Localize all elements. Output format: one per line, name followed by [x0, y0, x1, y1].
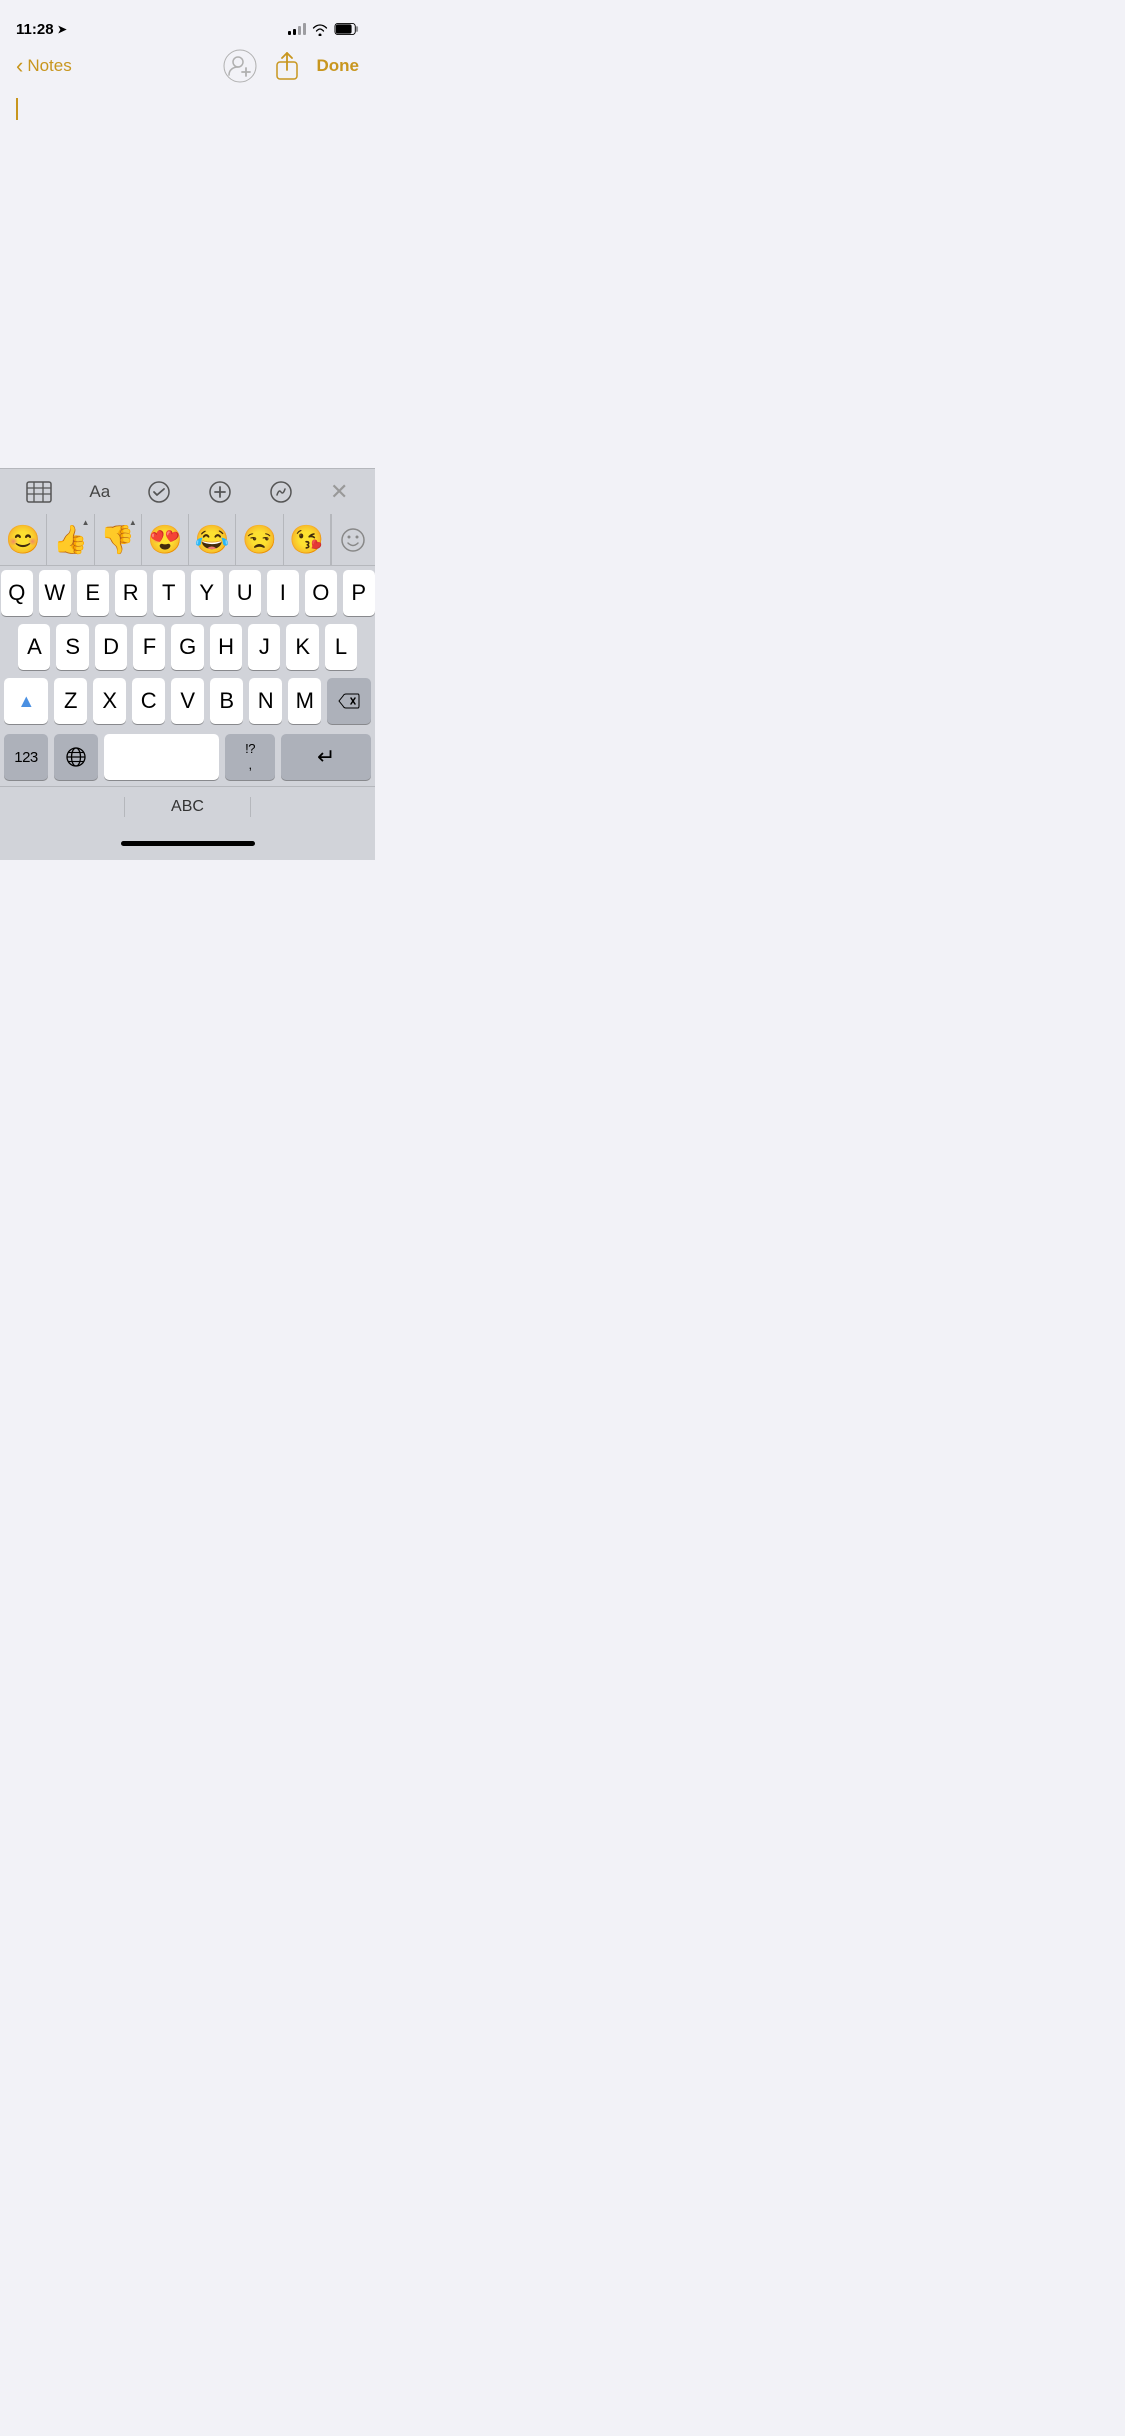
done-button[interactable]: Done: [317, 56, 360, 76]
add-content-button[interactable]: [198, 476, 242, 508]
nav-actions: Done: [223, 49, 360, 83]
note-content-area[interactable]: [0, 88, 375, 468]
key-t[interactable]: T: [153, 570, 185, 616]
status-time: 11:28 ➤: [16, 21, 67, 38]
home-bar[interactable]: [121, 841, 255, 846]
key-x[interactable]: X: [93, 678, 126, 724]
key-u[interactable]: U: [229, 570, 261, 616]
key-g[interactable]: G: [171, 624, 203, 670]
checklist-button[interactable]: [137, 476, 181, 508]
signal-bar-4: [303, 23, 306, 35]
key-i[interactable]: I: [267, 570, 299, 616]
signal-bars: [288, 23, 306, 35]
key-y[interactable]: Y: [191, 570, 223, 616]
shift-key[interactable]: ▲: [4, 678, 48, 724]
markup-button[interactable]: [259, 476, 303, 508]
key-q[interactable]: Q: [1, 570, 33, 616]
key-j[interactable]: J: [248, 624, 280, 670]
emoji-keyboard-button[interactable]: [331, 514, 375, 565]
keyboard: Q W E R T Y U I O P A S D F G H J K L ▲ …: [0, 566, 375, 786]
key-p[interactable]: P: [343, 570, 375, 616]
punct-top: !?: [245, 741, 255, 757]
battery-icon: [334, 23, 359, 35]
back-button[interactable]: ‹ Notes: [16, 56, 72, 77]
predictive-bar: ABC: [0, 786, 375, 826]
signal-bar-2: [293, 29, 296, 35]
key-r[interactable]: R: [115, 570, 147, 616]
back-label: Notes: [27, 56, 71, 76]
time-display: 11:28: [16, 21, 54, 38]
predictive-abc-label: ABC: [171, 798, 204, 815]
key-o[interactable]: O: [305, 570, 337, 616]
home-indicator-area: [0, 826, 375, 860]
nav-bar: ‹ Notes Done: [0, 44, 375, 88]
emoji-laughing[interactable]: 😂: [189, 514, 236, 565]
key-w[interactable]: W: [39, 570, 71, 616]
predictive-word-right[interactable]: [251, 799, 375, 815]
location-icon: ➤: [58, 23, 67, 36]
key-n[interactable]: N: [249, 678, 282, 724]
emoji-arrow-up: ▲: [82, 518, 90, 527]
signal-bar-1: [288, 31, 291, 35]
back-chevron-icon: ‹: [16, 55, 23, 77]
delete-key[interactable]: [327, 678, 371, 724]
keyboard-row-4: 123 !? , ↵: [0, 732, 375, 786]
keyboard-row-1: Q W E R T Y U I O P: [0, 570, 375, 616]
predictive-word-center[interactable]: ABC: [125, 790, 249, 824]
key-f[interactable]: F: [133, 624, 165, 670]
emoji-kissing[interactable]: 😘: [284, 514, 331, 565]
emoji-thumbsup[interactable]: 👍▲: [47, 514, 94, 565]
punct-key[interactable]: !? ,: [225, 734, 275, 780]
key-c[interactable]: C: [132, 678, 165, 724]
keyboard-toolbar: Aa ✕: [0, 468, 375, 514]
emoji-thumbsdown[interactable]: 👎▲: [95, 514, 142, 565]
key-v[interactable]: V: [171, 678, 204, 724]
emoji-unamused[interactable]: 😒: [236, 514, 283, 565]
share-button[interactable]: [275, 52, 299, 80]
key-h[interactable]: H: [210, 624, 242, 670]
key-m[interactable]: M: [288, 678, 321, 724]
emoji-heart-eyes[interactable]: 😍: [142, 514, 189, 565]
wifi-icon: [312, 23, 328, 35]
add-person-button[interactable]: [223, 49, 257, 83]
status-icons: [288, 23, 359, 35]
key-z[interactable]: Z: [54, 678, 87, 724]
dismiss-keyboard-button[interactable]: ✕: [320, 475, 358, 509]
key-a[interactable]: A: [18, 624, 50, 670]
predictive-word-left[interactable]: [0, 799, 124, 815]
space-key[interactable]: [104, 734, 219, 780]
signal-bar-3: [298, 26, 301, 35]
globe-key[interactable]: [54, 734, 98, 780]
key-e[interactable]: E: [77, 570, 109, 616]
text-format-button[interactable]: Aa: [79, 478, 120, 506]
key-s[interactable]: S: [56, 624, 88, 670]
emoji-arrow-up-2: ▲: [129, 518, 137, 527]
key-b[interactable]: B: [210, 678, 243, 724]
status-bar: 11:28 ➤: [0, 0, 375, 44]
key-k[interactable]: K: [286, 624, 318, 670]
emoji-smiley[interactable]: 😊: [0, 514, 47, 565]
numbers-key[interactable]: 123: [4, 734, 48, 780]
table-button[interactable]: [16, 477, 62, 507]
keyboard-row-3: ▲ Z X C V B N M: [0, 678, 375, 724]
key-l[interactable]: L: [325, 624, 357, 670]
keyboard-row-2: A S D F G H J K L: [0, 624, 375, 670]
emoji-row: 😊 👍▲ 👎▲ 😍 😂 😒 😘: [0, 514, 375, 566]
key-d[interactable]: D: [95, 624, 127, 670]
text-cursor: [16, 98, 18, 120]
punct-bottom: ,: [248, 757, 251, 773]
return-key[interactable]: ↵: [281, 734, 371, 780]
